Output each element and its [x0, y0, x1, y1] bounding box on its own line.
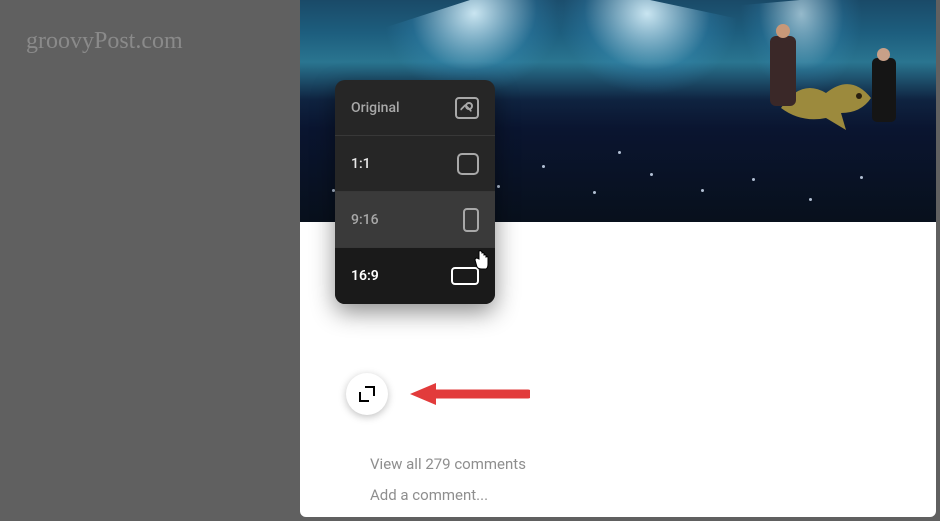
performer	[770, 36, 796, 106]
ratio-label: 16:9	[351, 268, 379, 284]
view-all-comments-link[interactable]: View all 279 comments	[370, 455, 526, 473]
square-icon	[457, 153, 479, 175]
ratio-label: 1:1	[351, 156, 371, 172]
ratio-option-9-16[interactable]: 9:16	[335, 192, 495, 248]
ratio-option-1-1[interactable]: 1:1	[335, 136, 495, 192]
ratio-label: 9:16	[351, 212, 379, 228]
expand-corners-icon	[359, 386, 375, 402]
image-icon	[455, 97, 479, 119]
aspect-ratio-menu: Original 1:1 9:16 16:9	[335, 80, 495, 304]
ratio-option-16-9[interactable]: 16:9	[335, 248, 495, 304]
portrait-rect-icon	[463, 208, 479, 232]
landscape-rect-icon	[451, 267, 479, 285]
crop-button[interactable]	[346, 373, 388, 415]
watermark-text: groovyPost.com	[26, 28, 183, 55]
ratio-label: Original	[351, 100, 400, 116]
add-comment-input[interactable]: Add a comment...	[370, 486, 488, 504]
ratio-option-original[interactable]: Original	[335, 80, 495, 136]
